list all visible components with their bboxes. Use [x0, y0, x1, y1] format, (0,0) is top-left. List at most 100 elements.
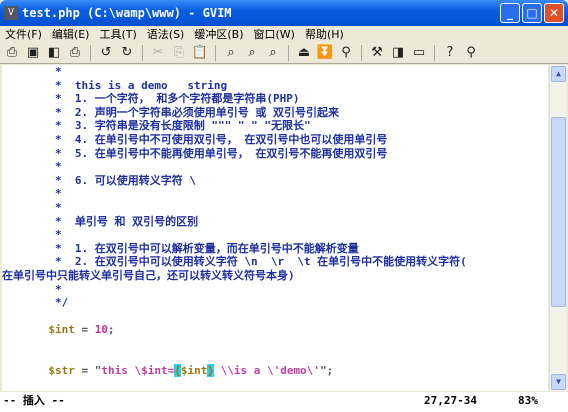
- vim-logo-icon: V: [4, 6, 18, 20]
- menu-tools[interactable]: 工具(T): [99, 26, 136, 42]
- code-token: * 1. 在双引号中可以解析变量，而在单引号中不能解析变量: [2, 241, 359, 255]
- code-token: *: [2, 200, 62, 214]
- run-script-icon[interactable]: ⚲: [337, 44, 355, 62]
- toolbar: ⎙ ▣ ◧ ⎙ ↺ ↻ ✂ ⎘ 📋 ⌕ ⌕ ⌕ ⏏ ⏬ ⚲ ⚒ ◨ ▭? ⚲: [0, 42, 568, 64]
- editor-line: $int = 10;: [2, 323, 548, 337]
- code-token: {: [174, 364, 181, 378]
- shell-icon[interactable]: ◨: [389, 44, 407, 62]
- code-token: * this is a demo string: [2, 78, 228, 92]
- status-line: -- 插入 -- 27,27-34 83%: [0, 392, 568, 412]
- editor-line: *: [2, 160, 548, 174]
- editor-line: */: [2, 296, 548, 310]
- code-token: }: [207, 364, 214, 378]
- open-icon[interactable]: ⎙: [3, 44, 21, 62]
- code-token: =: [74, 323, 95, 337]
- menu-file[interactable]: 文件(F): [5, 26, 42, 42]
- editor-line: * 2. 声明一个字符串必须使用单引号 或 双引号引起来: [2, 106, 548, 120]
- find-prev-icon[interactable]: ⌕: [264, 44, 282, 62]
- code-token: * 2. 声明一个字符串必须使用单引号 或 双引号引起来: [2, 105, 339, 119]
- code-token: *: [2, 65, 62, 78]
- scroll-up-button[interactable]: ▲: [551, 66, 566, 82]
- tag-icon[interactable]: ▭: [410, 44, 428, 62]
- editor-line: *: [2, 187, 548, 201]
- save-all-icon[interactable]: ◧: [45, 44, 63, 62]
- toolbar-separator: [434, 44, 435, 61]
- text-editor[interactable]: * * this is a demo string * 1. 一个字符， 和多个…: [2, 65, 548, 391]
- editor-line: * 1. 在双引号中可以解析变量，而在单引号中不能解析变量: [2, 242, 548, 256]
- editor-line: * 1. 一个字符， 和多个字符都是字符串(PHP): [2, 92, 548, 106]
- editor-line: * 单引号 和 双引号的区别: [2, 215, 548, 229]
- editor-line: *: [2, 228, 548, 242]
- editor-line: * this is a demo string: [2, 79, 548, 93]
- code-token: \\is a \'demo\': [213, 364, 320, 378]
- scroll-percent: 83%: [518, 394, 538, 407]
- code-token: *: [2, 282, 62, 296]
- toolbar-separator: [215, 44, 216, 61]
- scroll-down-button[interactable]: ▼: [551, 374, 566, 390]
- undo-icon[interactable]: ↺: [97, 44, 115, 62]
- code-token: this \$int=: [101, 364, 175, 378]
- cursor-position: 27,27-34: [424, 394, 477, 407]
- code-token: * 单引号 和 双引号的区别: [2, 214, 199, 228]
- find-next-icon[interactable]: ⌕: [243, 44, 261, 62]
- editor-line: *: [2, 65, 548, 79]
- editor-line: * 3. 字符串是没有长度限制 """ " " "无限长": [2, 119, 548, 133]
- menu-syntax[interactable]: 语法(S): [147, 26, 185, 42]
- code-token: * 6. 可以使用转义字符 \: [2, 173, 196, 187]
- help-icon[interactable]: ?: [441, 44, 459, 62]
- code-token: $str: [2, 364, 75, 378]
- code-token: */: [2, 296, 69, 310]
- window-title: test.php (C:\wamp\www) - GVIM: [22, 6, 232, 20]
- code-token: * 4. 在单引号中不可使用双引号， 在双引号中也可以使用单引号: [2, 132, 388, 146]
- print-icon[interactable]: ⎙: [66, 44, 84, 62]
- code-token: ;: [107, 323, 115, 337]
- save-icon[interactable]: ▣: [24, 44, 42, 62]
- code-token: 在单引号中只能转义单引号自己，还可以转义转义符号本身): [2, 268, 295, 282]
- mode-indicator: -- 插入 --: [3, 394, 65, 407]
- scroll-thumb[interactable]: [551, 117, 566, 307]
- save-session-icon[interactable]: ⏬: [316, 44, 334, 62]
- code-token: ";: [319, 364, 334, 378]
- menu-help[interactable]: 帮助(H): [305, 26, 344, 42]
- code-token: = ": [74, 364, 102, 378]
- code-token: 10: [94, 323, 108, 337]
- editor-line: * 4. 在单引号中不可使用双引号， 在双引号中也可以使用单引号: [2, 133, 548, 147]
- make-icon[interactable]: ⚒: [368, 44, 386, 62]
- close-button[interactable]: ✕: [544, 3, 564, 23]
- toolbar-separator: [90, 44, 91, 61]
- title-bar: V test.php (C:\wamp\www) - GVIM _ □ ✕: [0, 0, 568, 26]
- toolbar-separator: [288, 44, 289, 61]
- menu-bar: 文件(F) 编辑(E) 工具(T) 语法(S) 缓冲区(B) 窗口(W) 帮助(…: [0, 26, 568, 42]
- code-token: * 2. 在双引号中可以使用转义字符 \n \r \t 在单引号中不能使用转义字…: [2, 255, 467, 269]
- editor-line: * 5. 在单引号中不能再使用单引号， 在双引号不能再使用双引号: [2, 147, 548, 161]
- code-token: *: [2, 187, 62, 201]
- menu-window[interactable]: 窗口(W): [254, 26, 295, 42]
- paste-icon[interactable]: 📋: [191, 44, 209, 62]
- code-token: $int: [180, 364, 208, 378]
- code-token: *: [2, 228, 62, 242]
- copy-icon[interactable]: ⎘: [170, 44, 188, 62]
- editor-line: * 2. 在双引号中可以使用转义字符 \n \r \t 在单引号中不能使用转义字…: [2, 255, 548, 269]
- minimize-button[interactable]: _: [500, 3, 520, 23]
- find-replace-icon[interactable]: ⌕: [222, 44, 240, 62]
- load-session-icon[interactable]: ⏏: [295, 44, 313, 62]
- editor-line: 在单引号中只能转义单引号自己，还可以转义转义符号本身): [2, 269, 548, 283]
- vertical-scrollbar[interactable]: ▲ ▼: [549, 65, 566, 391]
- code-token: * 3. 字符串是没有长度限制 """ " " "无限长": [2, 119, 311, 133]
- redo-icon[interactable]: ↻: [118, 44, 136, 62]
- cut-icon[interactable]: ✂: [149, 44, 167, 62]
- toolbar-separator: [142, 44, 143, 61]
- code-token: $int: [2, 323, 75, 337]
- menu-buffers[interactable]: 缓冲区(B): [194, 26, 243, 42]
- code-token: *: [2, 160, 62, 174]
- toolbar-separator: [361, 44, 362, 61]
- menu-edit[interactable]: 编辑(E): [52, 26, 90, 42]
- editor-line: $str = "this \$int={$int} \\is a \'demo\…: [2, 364, 548, 378]
- find-help-icon[interactable]: ⚲: [462, 44, 480, 62]
- code-token: * 1. 一个字符， 和多个字符都是字符串(PHP): [2, 92, 300, 106]
- maximize-button[interactable]: □: [522, 3, 542, 23]
- code-token: * 5. 在单引号中不能再使用单引号， 在双引号不能再使用双引号: [2, 146, 388, 160]
- editor-line: * 6. 可以使用转义字符 \: [2, 174, 548, 188]
